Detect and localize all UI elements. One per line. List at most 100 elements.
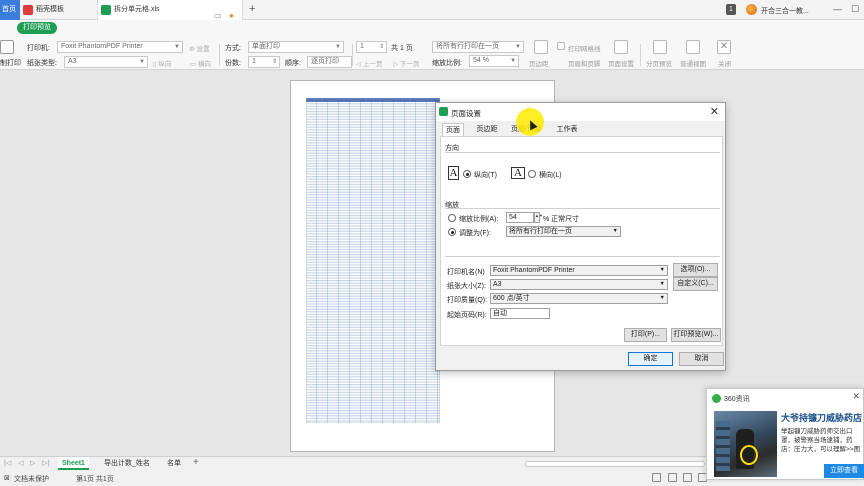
- normal-view-icon[interactable]: [686, 40, 700, 54]
- notification-badge[interactable]: 1: [726, 4, 736, 15]
- protect-status: 文档未保护: [14, 476, 49, 483]
- custom-size-button[interactable]: 自定义(C)...: [673, 277, 718, 291]
- print-quality-label: 打印质量(Q):: [447, 297, 488, 304]
- spreadsheet-icon: [101, 5, 111, 15]
- prev-page-button[interactable]: ◁ 上一页: [356, 58, 382, 68]
- gridlines-checkbox[interactable]: [557, 42, 565, 50]
- fit-to-select[interactable]: 将所有行打印在一页 ▼: [506, 226, 621, 237]
- sheet-tab-export[interactable]: 导出计数_姓名: [100, 457, 154, 470]
- ok-button[interactable]: 确定: [628, 352, 673, 366]
- portrait-radio[interactable]: [463, 170, 471, 178]
- dialog-title-bar[interactable]: 页面设置 ✕: [436, 103, 725, 121]
- close-icon[interactable]: ✕: [717, 40, 731, 54]
- ribbon-divider: [219, 44, 220, 66]
- close-icon[interactable]: ✕: [710, 105, 719, 118]
- avatar[interactable]: [746, 4, 757, 15]
- close-icon[interactable]: ✕: [852, 391, 860, 402]
- maximize-icon[interactable]: ☐: [851, 4, 859, 15]
- last-sheet-icon[interactable]: ▷|: [42, 459, 49, 467]
- tab-spreadsheet[interactable]: 拆分单元格.xls ▭ ●: [97, 0, 243, 20]
- sheet-tab-sheet1[interactable]: Sheet1: [58, 457, 89, 470]
- tab-template[interactable]: 稻壳模板: [20, 0, 96, 20]
- paper-size-label: 纸张大小(Z):: [447, 283, 486, 290]
- paper-size-value: A3: [493, 281, 502, 288]
- next-page-button[interactable]: ▷ 下一页: [393, 58, 419, 68]
- gridlines-label: 打印网格线: [568, 46, 601, 53]
- tab-page[interactable]: 页面: [442, 123, 464, 136]
- tab-margins[interactable]: 页边距: [472, 123, 502, 136]
- highlight-ring: [740, 445, 758, 465]
- margins-label: 页边距: [529, 61, 549, 68]
- landscape-radio[interactable]: [528, 170, 536, 178]
- next-page-label: 下一页: [399, 61, 420, 68]
- page-layout-icon[interactable]: [683, 473, 692, 482]
- tab-home[interactable]: 首页: [0, 0, 20, 20]
- fit-to-label[interactable]: 调整为(F):: [459, 228, 491, 238]
- paper-type-select[interactable]: A3 ▼: [64, 56, 148, 68]
- chevron-down-icon: ▼: [510, 58, 516, 64]
- fit-to-radio[interactable]: [448, 228, 456, 236]
- print-preview-ribbon: 打印预览 制打印 打印机: Foxit PhantomPDF Printer ▼…: [0, 20, 864, 70]
- news-summary: 举起镰刀威胁药师交出口罩，被警察当场逮捕，药店：压力大，可以理解>>图: [781, 428, 861, 453]
- new-tab-button[interactable]: +: [249, 3, 255, 15]
- prev-sheet-icon[interactable]: ◁: [18, 459, 23, 467]
- page-setup-icon[interactable]: [614, 40, 628, 54]
- print-quality-select[interactable]: 600 点/英寸 ▼: [490, 293, 668, 304]
- sheet-tab-list[interactable]: 名单: [163, 457, 185, 470]
- spreadsheet-thumbnail: [306, 98, 440, 423]
- scale-percent-label[interactable]: 缩放比例(A):: [459, 214, 498, 224]
- first-page-label: 起始页码(R):: [447, 312, 487, 319]
- landscape-button[interactable]: ▭ 横向: [190, 58, 211, 68]
- spinner-icon[interactable]: ⇕: [379, 42, 384, 52]
- fit-mode-select[interactable]: 将所有行打印在一页 ▼: [432, 41, 524, 53]
- news-headline[interactable]: 大爷持镰刀威胁药店: [781, 411, 862, 424]
- scale-spinner-icon[interactable]: ▲▼: [534, 212, 543, 223]
- copies-input[interactable]: 1 ⇕: [248, 56, 280, 68]
- section-divider: [445, 256, 720, 257]
- portrait-label[interactable]: 纵向(T): [474, 170, 497, 180]
- chevron-down-icon: ▼: [174, 44, 180, 50]
- print-icon[interactable]: [0, 40, 14, 54]
- order-label: 顺序:: [285, 60, 301, 67]
- tab-worksheet[interactable]: 工作表: [554, 123, 580, 136]
- page-number-input[interactable]: 1 ⇕: [356, 41, 387, 53]
- header-footer-button[interactable]: 页眉和页脚: [568, 58, 601, 68]
- add-sheet-button[interactable]: +: [193, 457, 199, 468]
- printer-name-select[interactable]: Foxit PhantomPDF Printer ▼: [490, 265, 668, 276]
- fullscreen-icon[interactable]: [652, 473, 661, 482]
- margins-icon[interactable]: [534, 40, 548, 54]
- tab-template-label: 稻壳模板: [36, 6, 64, 13]
- user-name[interactable]: 开合三合一教...: [761, 6, 809, 16]
- protect-icon[interactable]: ⊠: [4, 474, 10, 482]
- minimize-icon[interactable]: —: [833, 4, 842, 14]
- first-page-input[interactable]: 自动: [490, 308, 550, 319]
- news-thumbnail[interactable]: [714, 411, 777, 477]
- landscape-button-label: 横向: [197, 61, 211, 68]
- chevron-down-icon: ▼: [659, 295, 665, 301]
- landscape-label[interactable]: 横向(L): [539, 170, 562, 180]
- printer-label: 打印机:: [27, 45, 50, 52]
- page-break-preview-icon[interactable]: [653, 40, 667, 54]
- print-preview-button[interactable]: 打印预览(W)...: [671, 328, 721, 342]
- print-preview-tab[interactable]: 打印预览: [17, 22, 57, 34]
- cancel-button[interactable]: 取消: [679, 352, 724, 366]
- first-sheet-icon[interactable]: |◁: [4, 459, 11, 467]
- print-method-select[interactable]: 单面打印 ▼: [248, 41, 344, 53]
- portrait-button[interactable]: ▯ 纵向: [153, 58, 171, 68]
- print-button[interactable]: 打印(P)...: [624, 328, 667, 342]
- horizontal-scrollbar[interactable]: [525, 461, 705, 467]
- scale-percent-input[interactable]: 54: [506, 212, 534, 223]
- zoom-select[interactable]: 54 % ▼: [469, 55, 519, 67]
- printer-options-button[interactable]: 选项(O)...: [673, 263, 718, 277]
- zoom-label: 缩放比例:: [432, 60, 462, 67]
- printer-select[interactable]: Foxit PhantomPDF Printer ▼: [57, 41, 183, 53]
- paper-size-select[interactable]: A3 ▼: [490, 279, 668, 290]
- next-sheet-icon[interactable]: ▷: [30, 459, 35, 467]
- scale-percent-radio[interactable]: [448, 214, 456, 222]
- print-order-select[interactable]: 逐页打印: [307, 56, 352, 68]
- grid-view-icon[interactable]: [668, 473, 677, 482]
- spinner-icon[interactable]: ⇕: [272, 57, 277, 67]
- printer-settings-button[interactable]: ⚙ 设置: [189, 43, 210, 53]
- page-number-value: 1: [360, 43, 364, 50]
- view-news-button[interactable]: 立即查看: [824, 464, 864, 478]
